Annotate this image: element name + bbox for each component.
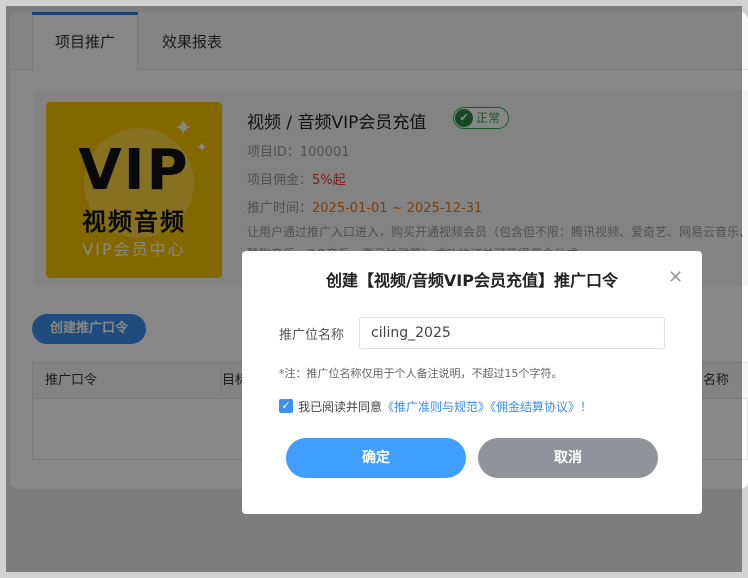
- guidelines-link[interactable]: 《推广准则与规范》: [382, 400, 490, 414]
- confirm-button[interactable]: 确定: [286, 438, 466, 478]
- close-icon[interactable]: ✕: [668, 267, 683, 288]
- dialog-title: 创建【视频/音频VIP会员充值】推广口令: [326, 271, 618, 290]
- create-promo-dialog: 创建【视频/音频VIP会员充值】推广口令 ✕ 推广位名称 *注：推广位名称仅用于…: [242, 251, 702, 514]
- input-note: *注：推广位名称仅用于个人备注说明，不超过15个字符。: [279, 367, 563, 380]
- position-name-input[interactable]: [359, 317, 665, 349]
- cancel-button[interactable]: 取消: [478, 438, 658, 478]
- settlement-agreement-link[interactable]: 《佣金结算协议》！: [490, 400, 592, 414]
- agree-prefix: 我已阅读并同意: [298, 400, 383, 414]
- agree-checkbox[interactable]: ✓: [279, 399, 293, 413]
- position-name-label: 推广位名称: [279, 328, 345, 343]
- agree-text: 我已阅读并同意《推广准则与规范》《佣金结算协议》！: [298, 398, 592, 415]
